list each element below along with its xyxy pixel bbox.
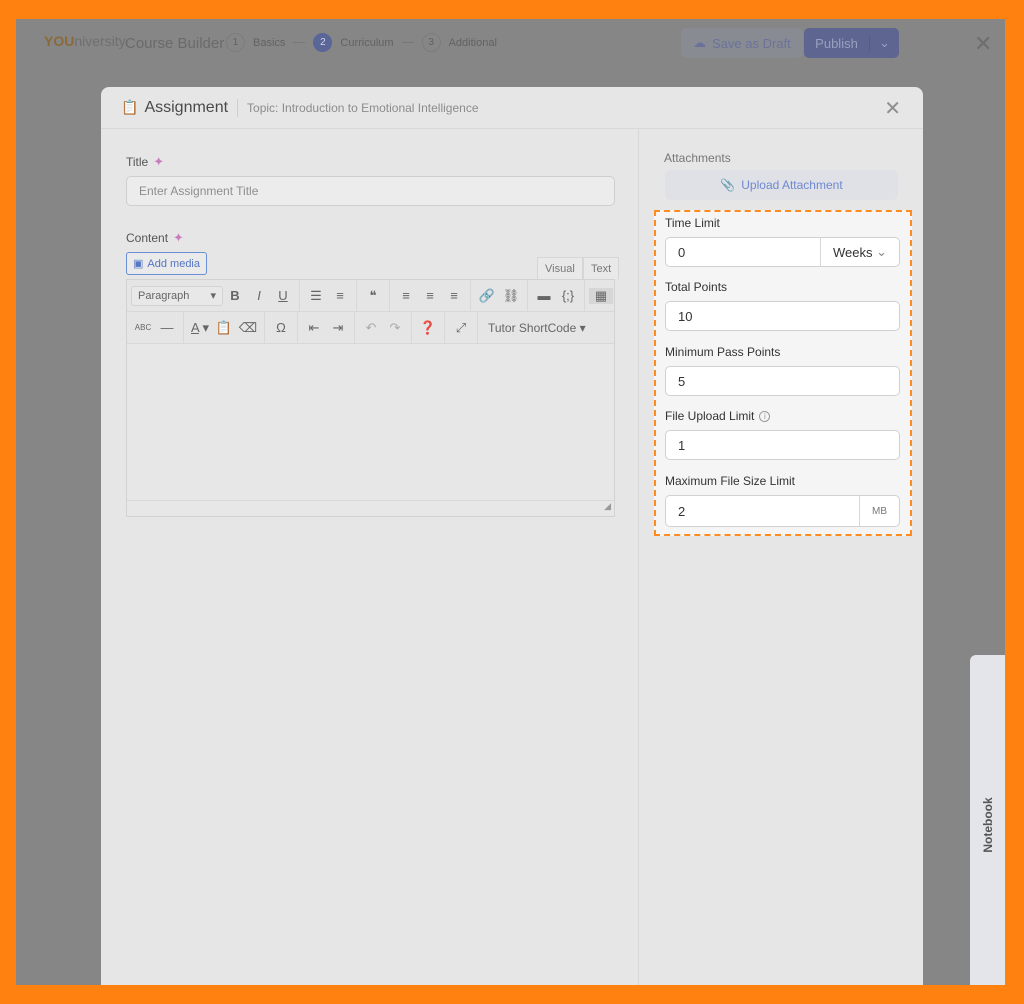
modal-title: Assignment (144, 98, 229, 116)
content-label: Content (126, 231, 169, 245)
max-file-size-label: Maximum File Size Limit (665, 474, 796, 488)
total-points-input[interactable]: 10 (666, 309, 899, 324)
media-icon: ▣ (133, 258, 144, 270)
time-unit-select[interactable]: Weeks ⌄ (819, 238, 899, 266)
numbered-list-icon[interactable]: ≡ (328, 288, 352, 303)
time-limit-input[interactable]: 0 (666, 245, 820, 260)
read-more-icon[interactable]: ▬ (532, 288, 556, 303)
logo: YOUniversity (44, 33, 126, 49)
time-limit-label: Time Limit (665, 216, 720, 230)
step-3-number[interactable]: 3 (421, 33, 441, 52)
min-pass-points-input[interactable]: 5 (666, 374, 899, 389)
min-pass-points-label: Minimum Pass Points (665, 345, 781, 359)
paperclip-icon: 📎 (720, 178, 736, 192)
clipboard-icon: 📋 (121, 99, 139, 115)
publish-button[interactable]: Publish ⌄ (804, 28, 899, 58)
topic-label: Topic: Introduction to Emotional Intelli… (247, 100, 479, 115)
undo-icon[interactable]: ↶ (359, 320, 383, 336)
step-2-number[interactable]: 2 (313, 33, 333, 52)
strikethrough-icon[interactable]: ABC (131, 323, 155, 332)
notebook-tab[interactable]: Notebook (970, 655, 1005, 985)
modal-close-icon[interactable]: ✕ (884, 96, 901, 121)
tab-text[interactable]: Text (583, 257, 620, 279)
help-icon[interactable]: ❓ (416, 320, 440, 336)
app-screen: YOUniversity Course Builder 1 Basics 2 Cur… (16, 19, 1005, 985)
max-file-size-input[interactable]: 2 (666, 504, 859, 519)
file-upload-limit-input[interactable]: 1 (666, 438, 899, 453)
outdent-icon[interactable]: ⇤ (302, 320, 326, 336)
save-draft-button[interactable]: ☁ Save as Draft (681, 28, 803, 58)
size-unit: MB (859, 496, 899, 526)
text-color-icon[interactable]: A ▾ (188, 320, 212, 336)
bold-icon[interactable]: B (223, 288, 247, 303)
link-icon[interactable]: 🔗 (475, 288, 499, 304)
content-editor[interactable]: Paragraph ▾ BIU ☰ ≡ ❝ ≡ ≡ ≡ 🔗 ⛓ ▬ {;} ▦ ABC — A… (126, 279, 615, 517)
toolbar-toggle-icon[interactable]: ▦ (589, 287, 613, 304)
info-icon[interactable]: i (759, 410, 771, 422)
title-label: Title (126, 155, 149, 169)
redo-icon[interactable]: ↷ (383, 320, 407, 336)
assignment-modal: 📋 Assignment Topic: Introduction to Emot… (101, 87, 923, 985)
ai-sparkle-icon[interactable]: ✦ (153, 154, 164, 170)
cloud-upload-icon: ☁ (693, 35, 706, 50)
attachments-label: Attachments (664, 151, 731, 165)
align-center-icon[interactable]: ≡ (418, 288, 442, 303)
unlink-icon[interactable]: ⛓ (499, 288, 523, 304)
paste-text-icon[interactable]: 📋 (212, 320, 236, 336)
settings-highlight: Time Limit 0 Weeks ⌄ Total Points 10 Mini… (654, 210, 912, 536)
step-curriculum[interactable]: Curriculum (340, 37, 393, 49)
app-title: Course Builder (125, 35, 225, 52)
ai-sparkle-icon[interactable]: ✦ (173, 230, 184, 246)
format-select[interactable]: Paragraph ▾ (131, 285, 223, 306)
chevron-down-icon[interactable]: ⌄ (869, 35, 899, 51)
align-left-icon[interactable]: ≡ (394, 288, 418, 303)
tutor-shortcode-dropdown[interactable]: Tutor ShortCode ▾ (478, 312, 590, 343)
special-character-icon[interactable]: Ω (269, 320, 293, 335)
horizontal-line-icon[interactable]: — (155, 320, 179, 335)
add-media-button[interactable]: ▣ Add media (126, 252, 207, 275)
stepper: 1 Basics 2 Curriculum 3 Additional (226, 33, 497, 52)
upload-attachment-button[interactable]: 📎 Upload Attachment (665, 170, 898, 200)
file-upload-limit-label: File Upload Limit (665, 409, 755, 423)
tab-visual[interactable]: Visual (537, 257, 583, 279)
step-additional[interactable]: Additional (449, 37, 497, 49)
indent-icon[interactable]: ⇥ (326, 320, 350, 336)
blockquote-icon[interactable]: ❝ (361, 288, 385, 304)
italic-icon[interactable]: I (247, 288, 271, 303)
bullet-list-icon[interactable]: ☰ (304, 288, 328, 304)
underline-icon[interactable]: U (271, 288, 295, 303)
total-points-label: Total Points (665, 280, 728, 294)
step-1-number[interactable]: 1 (226, 33, 245, 52)
chevron-down-icon: ⌄ (876, 244, 887, 259)
code-icon[interactable]: {;} (556, 288, 580, 303)
fullscreen-icon[interactable]: ⤢ (449, 320, 473, 336)
title-input[interactable]: Enter Assignment Title (126, 176, 615, 206)
align-right-icon[interactable]: ≡ (442, 288, 466, 303)
close-icon[interactable]: ✕ (974, 31, 992, 57)
step-basics[interactable]: Basics (253, 37, 285, 49)
clear-formatting-icon[interactable]: ⌫ (236, 320, 260, 336)
resize-handle[interactable]: ◢ (127, 500, 614, 516)
